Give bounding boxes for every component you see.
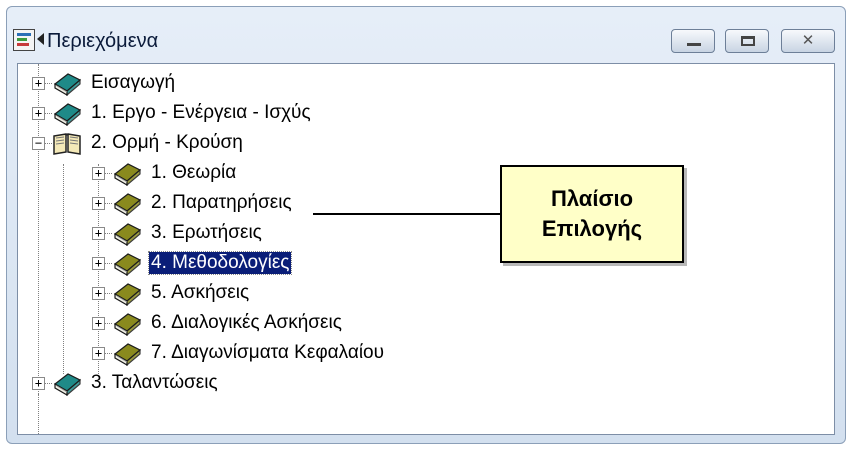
minimize-button[interactable] [671, 29, 715, 53]
tree-connector-line [105, 173, 112, 174]
closed-book-olive-icon [112, 160, 142, 187]
closed-book-teal-icon [52, 70, 82, 97]
tree-item-label[interactable]: 1. Εργο - Ενέργεια - Ισχύς [89, 102, 313, 124]
closed-book-olive-icon [112, 340, 142, 367]
tree-item-label[interactable]: Εισαγωγή [89, 72, 177, 94]
tree-connector-line [105, 263, 112, 264]
expand-icon[interactable]: + [32, 107, 45, 120]
maximize-icon [741, 36, 755, 46]
selected-tree-item-label[interactable]: 4. Μεθοδολογίες [147, 251, 293, 275]
minimize-icon [687, 43, 701, 46]
tree-connector-line [105, 203, 112, 204]
expand-icon[interactable]: + [32, 377, 45, 390]
tree-item[interactable]: +4. Μεθοδολογίες [18, 249, 538, 279]
close-icon: ✕ [801, 32, 815, 49]
contents-window: Περιεχόμενα ✕ + Εισαγωγή +1. Εργο - Ενέργε… [6, 6, 846, 444]
tree-item-label[interactable]: 3. Ταλαντώσεις [89, 372, 220, 394]
expand-icon[interactable]: + [92, 287, 105, 300]
closed-book-olive-icon [112, 280, 142, 307]
close-button[interactable]: ✕ [781, 29, 835, 53]
expand-icon[interactable]: + [92, 167, 105, 180]
tree-connector-line [105, 323, 112, 324]
closed-book-teal-icon [52, 100, 82, 127]
triangle-left-icon [37, 33, 44, 45]
tree-item-label[interactable]: 2. Παρατηρήσεις [149, 192, 294, 214]
tree-connector-line [45, 383, 52, 384]
tree-item-label[interactable]: 7. Διαγωνίσματα Κεφαλαίου [149, 342, 386, 364]
tree-item-label[interactable]: 6. Διαλογικές Ασκήσεις [149, 312, 344, 334]
tree-item[interactable]: +3. Ταλαντώσεις [18, 369, 538, 399]
title-bar[interactable]: Περιεχόμενα ✕ [7, 7, 845, 59]
tree-item[interactable]: +5. Ασκήσεις [18, 279, 538, 309]
contents-tree[interactable]: + Εισαγωγή +1. Εργο - Ενέργεια - Ισχύς − 2. … [17, 63, 835, 435]
callout-text: Πλαίσιο Επιλογής [541, 186, 643, 241]
app-icon-bar [17, 38, 27, 41]
closed-book-olive-icon [112, 220, 142, 247]
tree-connector-line [105, 293, 112, 294]
tree-connector-line [105, 353, 112, 354]
closed-book-olive-icon [112, 250, 142, 277]
callout-connector-line [313, 213, 501, 215]
expand-icon[interactable]: + [92, 227, 105, 240]
closed-book-olive-icon [112, 310, 142, 337]
tree-item-label[interactable]: 1. Θεωρία [149, 162, 238, 184]
expand-icon[interactable]: + [92, 257, 105, 270]
tree-item-label[interactable]: 2. Ορμή - Κρούση [89, 132, 245, 154]
tree-item-label[interactable]: 5. Ασκήσεις [149, 282, 251, 304]
tree-item[interactable]: − 2. Ορμή - Κρούση [18, 129, 538, 159]
tree-item[interactable]: + Εισαγωγή [18, 69, 538, 99]
expand-icon[interactable]: + [92, 347, 105, 360]
tree-guide-line [38, 394, 39, 434]
open-book-icon [52, 130, 82, 156]
expand-icon[interactable]: + [32, 77, 45, 90]
maximize-button[interactable] [725, 29, 769, 53]
tree-item[interactable]: +1. Εργο - Ενέργεια - Ισχύς [18, 99, 538, 129]
collapse-icon[interactable]: − [32, 137, 45, 150]
window-title: Περιεχόμενα [47, 30, 159, 52]
closed-book-teal-icon [52, 370, 82, 397]
tree-item-label[interactable]: 3. Ερωτήσεις [149, 222, 264, 244]
selection-box-callout: Πλαίσιο Επιλογής [500, 165, 684, 263]
tree-connector-line [105, 233, 112, 234]
tree-item[interactable]: +3. Ερωτήσεις [18, 219, 538, 249]
tree-item[interactable]: +1. Θεωρία [18, 159, 538, 189]
expand-icon[interactable]: + [92, 317, 105, 330]
app-icon[interactable] [13, 29, 35, 51]
closed-book-olive-icon [112, 190, 142, 217]
expand-icon[interactable]: + [92, 197, 105, 210]
app-icon-bar [17, 43, 29, 46]
app-icon-bar [17, 33, 31, 36]
tree-connector-line [45, 83, 52, 84]
tree-item[interactable]: +7. Διαγωνίσματα Κεφαλαίου [18, 339, 538, 369]
tree-item[interactable]: +6. Διαλογικές Ασκήσεις [18, 309, 538, 339]
tree-connector-line [45, 113, 52, 114]
tree-connector-line [45, 143, 52, 144]
